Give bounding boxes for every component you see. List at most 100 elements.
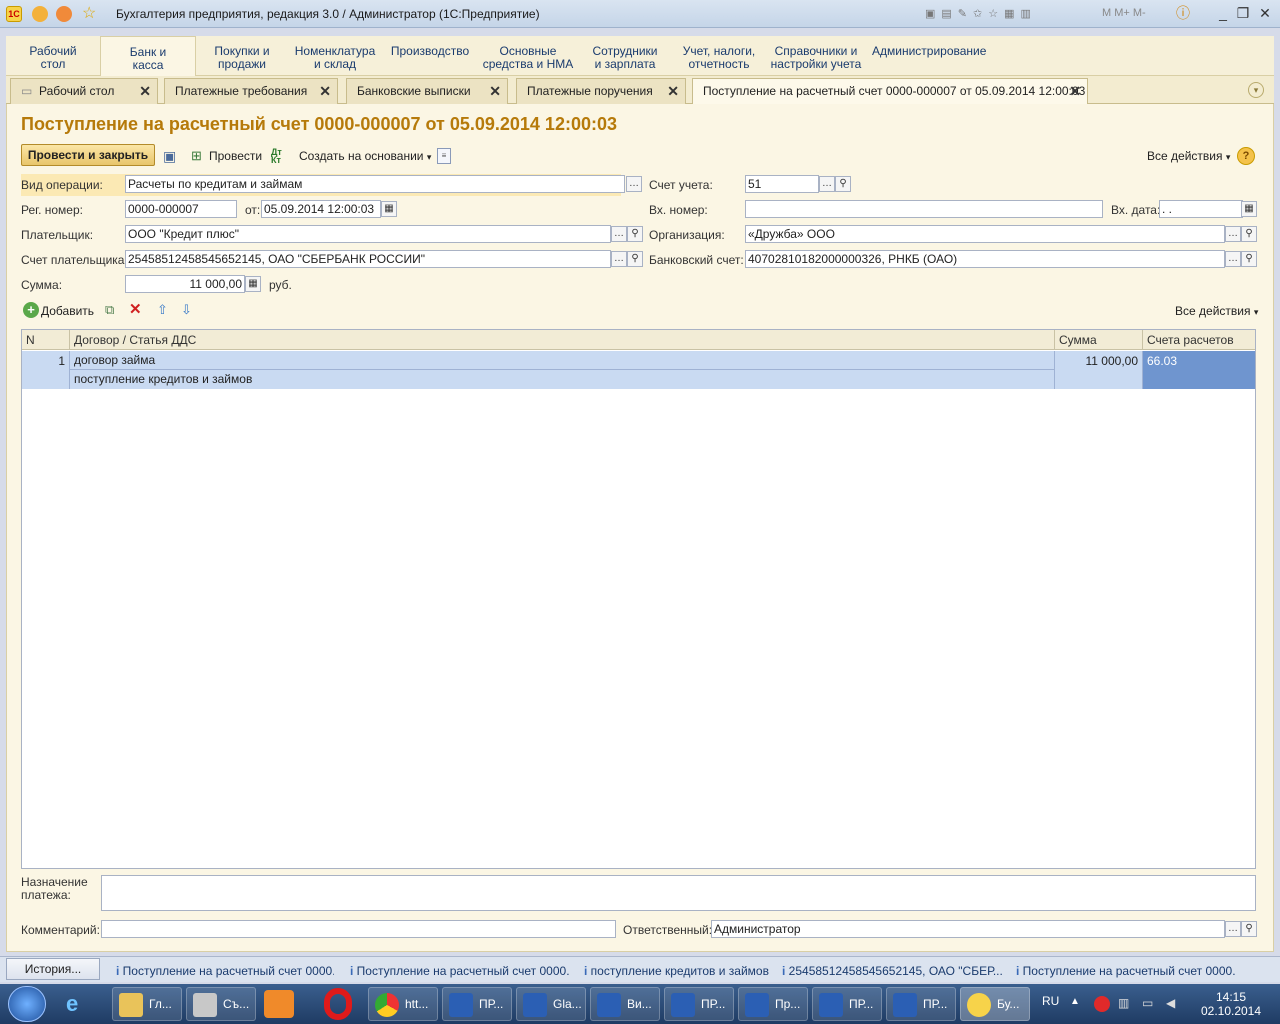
- minimize-button[interactable]: _: [1214, 4, 1232, 22]
- post-button[interactable]: Провести: [209, 149, 262, 163]
- select-button[interactable]: …: [626, 176, 642, 192]
- tray-volume-icon[interactable]: ◀: [1166, 996, 1182, 1012]
- history-item[interactable]: i Поступление на расчетный счет 0000...: [1016, 961, 1236, 981]
- column-header-accounts[interactable]: Счета расчетов: [1143, 330, 1255, 350]
- taskbar-word-3[interactable]: Ви...: [590, 987, 660, 1021]
- in-date-field[interactable]: . .: [1159, 200, 1243, 218]
- tab-receipt-document[interactable]: Поступление на расчетный счет 0000-00000…: [692, 78, 1088, 105]
- close-icon[interactable]: ✕: [1069, 79, 1081, 103]
- search-icon[interactable]: ⚲: [1241, 251, 1257, 267]
- tab-payment-requests[interactable]: Платежные требования ✕: [164, 78, 338, 104]
- taskbar-word-4[interactable]: ПР...: [664, 987, 734, 1021]
- taskbar-1c[interactable]: Бу...: [960, 987, 1030, 1021]
- help-icon[interactable]: ?: [1237, 147, 1255, 165]
- favorites-star-icon[interactable]: ☆: [82, 6, 98, 22]
- history-item[interactable]: i поступление кредитов и займов: [584, 961, 770, 981]
- row-cash-flow-article[interactable]: поступление кредитов и займов: [70, 370, 1055, 389]
- search-icon[interactable]: ⚲: [627, 251, 643, 267]
- close-button[interactable]: ✕: [1256, 4, 1274, 22]
- payer-account-field[interactable]: 25458512458545652145, ОАО "СБЕРБАНК РОСС…: [125, 250, 611, 268]
- column-header-n[interactable]: N: [22, 330, 70, 350]
- section-bank[interactable]: Банк и касса: [100, 36, 196, 76]
- ie-icon[interactable]: e: [66, 990, 96, 1018]
- start-button-icon[interactable]: [8, 986, 46, 1022]
- tabs-dropdown-icon[interactable]: ▾: [1248, 82, 1264, 98]
- tray-expand-icon[interactable]: ▲: [1070, 996, 1080, 1007]
- calendar-icon[interactable]: ▦: [381, 201, 397, 217]
- taskbar-explorer[interactable]: Гл...: [112, 987, 182, 1021]
- search-icon[interactable]: ⚲: [1241, 921, 1257, 937]
- opera-icon[interactable]: [324, 988, 352, 1020]
- section-purchases[interactable]: Покупки и продажи: [202, 36, 282, 76]
- row-sum[interactable]: 11 000,00: [1055, 351, 1143, 389]
- column-header-sum[interactable]: Сумма: [1055, 330, 1143, 350]
- menu-icon[interactable]: [32, 6, 48, 22]
- post-and-close-button[interactable]: Провести и закрыть: [21, 144, 155, 166]
- history-item[interactable]: i Поступление на расчетный счет 0000...: [350, 961, 570, 981]
- in-num-field[interactable]: [745, 200, 1103, 218]
- move-up-icon[interactable]: ⇧: [157, 302, 173, 318]
- history-item[interactable]: i 25458512458545652145, ОАО "СБЕР...: [782, 961, 1002, 981]
- save-icon[interactable]: ▣: [163, 148, 179, 164]
- calendar-icon[interactable]: ▦: [1241, 201, 1257, 217]
- section-desktop[interactable]: Рабочий стол: [16, 36, 90, 76]
- reg-num-field[interactable]: 0000-000007: [125, 200, 237, 218]
- select-button[interactable]: …: [1225, 226, 1241, 242]
- tab-payment-orders[interactable]: Платежные поручения ✕: [516, 78, 686, 104]
- taskbar-word-2[interactable]: Gla...: [516, 987, 586, 1021]
- taskbar-chrome[interactable]: htt...: [368, 987, 438, 1021]
- tray-antivirus-icon[interactable]: [1094, 996, 1110, 1012]
- close-icon[interactable]: ✕: [319, 79, 331, 103]
- close-icon[interactable]: ✕: [139, 79, 151, 103]
- taskbar-word-6[interactable]: ПР...: [812, 987, 882, 1021]
- purpose-field[interactable]: [101, 875, 1256, 911]
- report-icon[interactable]: ≡: [437, 148, 451, 164]
- section-fixed-assets[interactable]: Основные средства и НМА: [478, 36, 578, 76]
- org-field[interactable]: «Дружба» ООО: [745, 225, 1225, 243]
- taskbar-device[interactable]: Съ...: [186, 987, 256, 1021]
- table-row[interactable]: 1 договор займа поступление кредитов и з…: [22, 351, 1255, 389]
- select-button[interactable]: …: [1225, 251, 1241, 267]
- section-references[interactable]: Справочники и настройки учета: [766, 36, 866, 76]
- table-all-actions-menu[interactable]: Все действия ▾: [1175, 304, 1258, 318]
- select-button[interactable]: …: [611, 226, 627, 242]
- section-accounting[interactable]: Учет, налоги, отчетность: [674, 36, 764, 76]
- section-employees[interactable]: Сотрудники и зарплата: [584, 36, 666, 76]
- close-icon[interactable]: ✕: [667, 79, 679, 103]
- sum-field[interactable]: 11 000,00: [125, 275, 245, 293]
- move-down-icon[interactable]: ⇩: [181, 302, 197, 318]
- close-icon[interactable]: ✕: [489, 79, 501, 103]
- select-button[interactable]: …: [819, 176, 835, 192]
- select-button[interactable]: …: [1225, 921, 1241, 937]
- taskbar-word-5[interactable]: Пр...: [738, 987, 808, 1021]
- responsible-field[interactable]: Администратор: [711, 920, 1225, 938]
- row-accounts[interactable]: 66.03: [1143, 351, 1255, 389]
- section-administration[interactable]: Администрирование: [872, 36, 986, 76]
- taskbar-word-1[interactable]: ПР...: [442, 987, 512, 1021]
- tab-desktop[interactable]: ▭ Рабочий стол ✕: [10, 78, 158, 104]
- dt-kt-icon[interactable]: Дт Кт: [271, 148, 287, 165]
- app-logo-icon[interactable]: 1С: [6, 6, 22, 22]
- section-nomenclature[interactable]: Номенклатура и склад: [292, 36, 378, 76]
- calculator-icon[interactable]: ▦: [245, 276, 261, 292]
- column-header-contract[interactable]: Договор / Статья ДДС: [70, 330, 1055, 350]
- search-icon[interactable]: ⚲: [1241, 226, 1257, 242]
- search-icon[interactable]: ⚲: [835, 176, 851, 192]
- date-field[interactable]: 05.09.2014 12:00:03: [261, 200, 381, 218]
- delete-row-icon[interactable]: ✕: [129, 302, 145, 318]
- all-actions-menu[interactable]: Все действия ▾: [1147, 149, 1230, 163]
- select-button[interactable]: …: [611, 251, 627, 267]
- language-indicator[interactable]: RU: [1042, 994, 1059, 1008]
- add-icon[interactable]: +: [23, 302, 39, 318]
- memory-buttons[interactable]: M M+ M-: [1102, 7, 1146, 19]
- account-field[interactable]: 51: [745, 175, 819, 193]
- history-item[interactable]: i Поступление на расчетный счет 0000...: [116, 961, 334, 981]
- row-contract[interactable]: договор займа: [70, 351, 1055, 370]
- tab-bank-statements[interactable]: Банковские выписки ✕: [346, 78, 508, 104]
- main-menu-icon[interactable]: [56, 6, 72, 22]
- history-button[interactable]: История...: [6, 958, 100, 980]
- create-based-on-menu[interactable]: Создать на основании ▾: [299, 149, 431, 163]
- payer-field[interactable]: ООО "Кредит плюс": [125, 225, 611, 243]
- toolbar-icons[interactable]: ▣▤✎✩☆▦▥: [925, 7, 1075, 23]
- info-icon[interactable]: ⓘ: [1174, 4, 1192, 22]
